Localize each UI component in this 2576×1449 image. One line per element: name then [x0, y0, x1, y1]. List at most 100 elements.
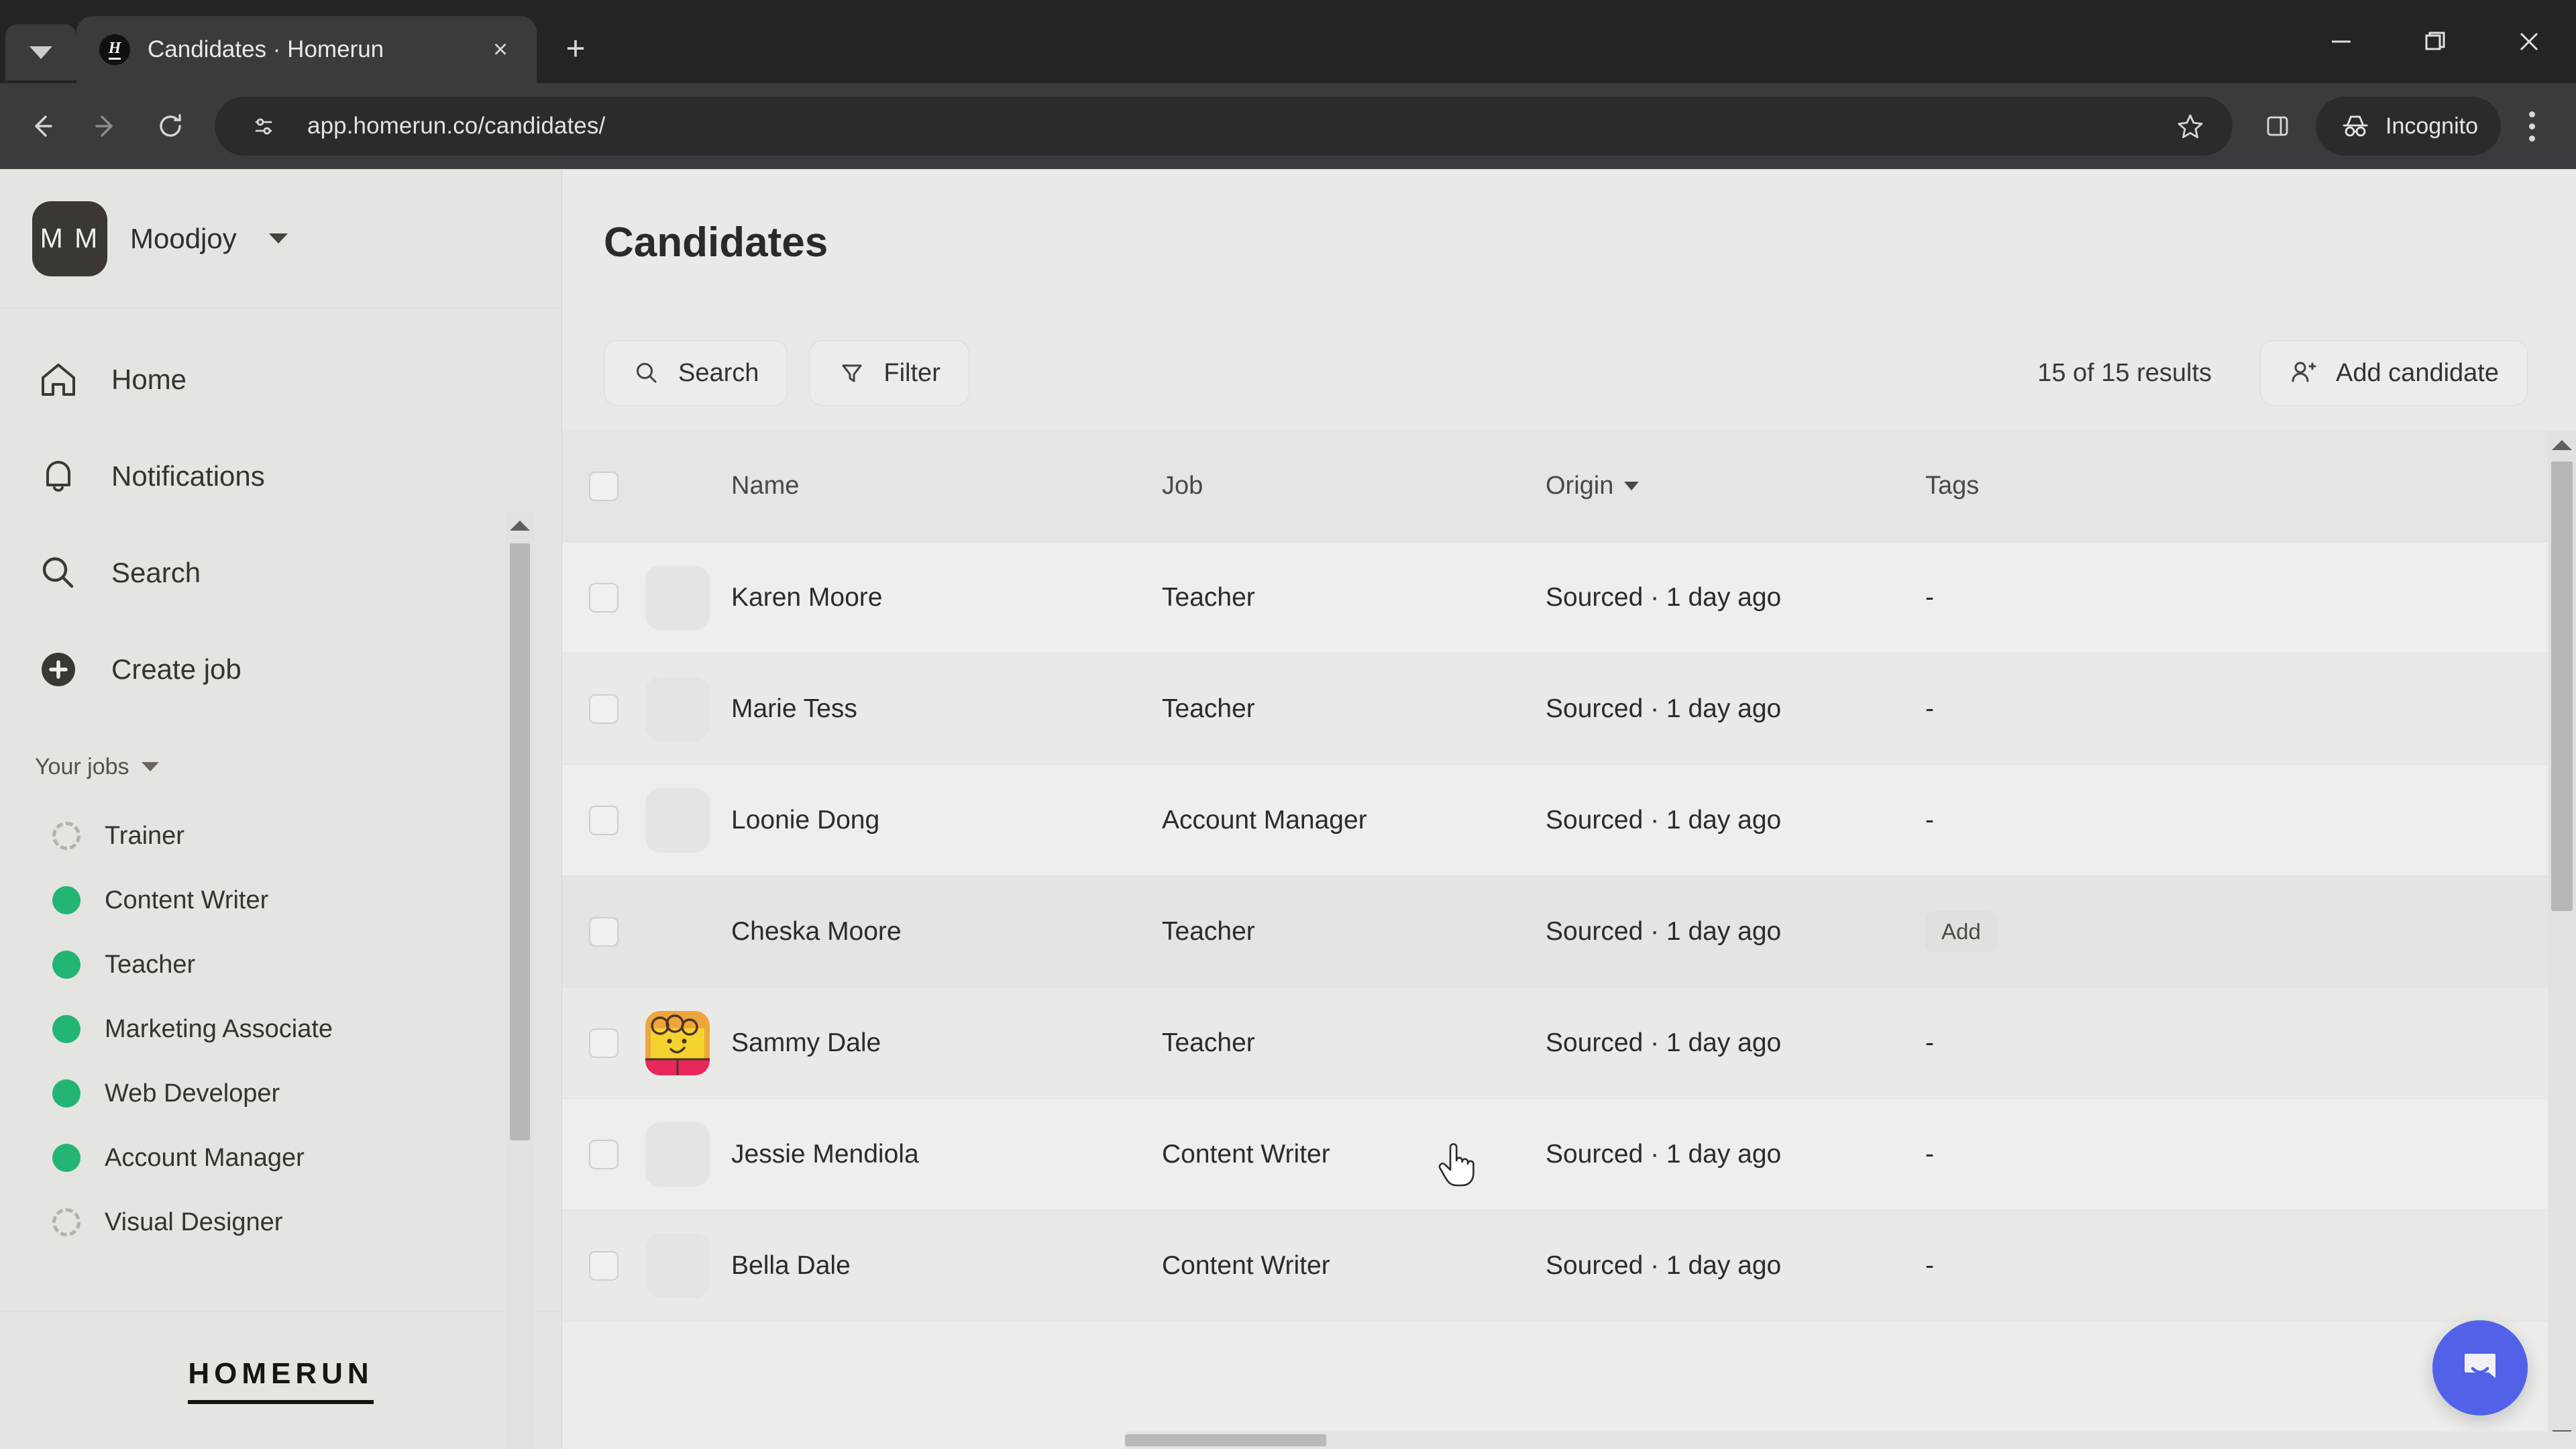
row-checkbox[interactable]: [589, 1140, 619, 1169]
job-label: Visual Designer: [105, 1208, 282, 1237]
url-text: app.homerun.co/candidates/: [307, 113, 605, 140]
candidate-origin: Sourced · 1 day ago: [1546, 1251, 1781, 1280]
candidate-job: Teacher: [1162, 917, 1255, 946]
candidate-name: Cheska Moore: [731, 917, 902, 946]
filter-button[interactable]: Filter: [809, 340, 969, 406]
search-icon: [633, 359, 661, 387]
row-checkbox[interactable]: [589, 583, 619, 612]
sidebar-scrollbar[interactable]: [506, 511, 534, 1449]
side-panel-icon[interactable]: [2249, 97, 2306, 155]
job-status-dot: [52, 1015, 80, 1043]
horizontal-scrollbar-thumb[interactable]: [1125, 1434, 1326, 1446]
new-tab-button[interactable]: +: [550, 23, 601, 74]
main-scrollbar-thumb[interactable]: [2551, 462, 2573, 911]
workspace-switcher[interactable]: M M Moodjoy: [0, 169, 561, 309]
table-row[interactable]: Loonie Dong Account Manager Sourced · 1 …: [562, 765, 2576, 876]
sidebar-item-home[interactable]: Home: [0, 331, 561, 428]
add-user-icon: [2289, 358, 2318, 388]
candidates-table: Name Job Origin Tags: [562, 431, 2576, 1449]
candidate-avatar-cell: [645, 566, 731, 630]
browser-tab[interactable]: H Candidates · Homerun ×: [76, 16, 537, 83]
job-label: Web Developer: [105, 1079, 280, 1108]
sidebar-job-account-manager[interactable]: Account Manager: [0, 1126, 561, 1190]
scroll-up-arrow-icon[interactable]: [510, 511, 530, 539]
column-header-job[interactable]: Job: [1162, 472, 1546, 500]
avatar: [645, 1011, 710, 1075]
sidebar-scrollbar-thumb[interactable]: [510, 543, 530, 1140]
select-all-checkbox[interactable]: [589, 472, 619, 501]
close-window-icon[interactable]: [2482, 0, 2576, 83]
profile-incognito-button[interactable]: Incognito: [2316, 97, 2501, 156]
star-icon[interactable]: [2161, 97, 2219, 155]
row-checkbox[interactable]: [589, 694, 619, 724]
row-checkbox-cell[interactable]: [562, 583, 645, 612]
table-row[interactable]: Marie Tess Teacher Sourced · 1 day ago -: [562, 653, 2576, 765]
main-scrollbar[interactable]: [2548, 431, 2576, 1449]
chevron-down-icon: [269, 233, 288, 244]
row-checkbox-cell[interactable]: [562, 1140, 645, 1169]
row-checkbox-cell[interactable]: [562, 694, 645, 724]
scroll-up-arrow-icon[interactable]: [2552, 431, 2572, 459]
restore-icon[interactable]: [2388, 0, 2482, 83]
candidate-origin: Sourced · 1 day ago: [1546, 1028, 1781, 1057]
candidate-avatar-cell: [645, 1122, 731, 1187]
plus-circle-icon: [32, 647, 85, 692]
add-candidate-label: Add candidate: [2336, 359, 2499, 388]
row-checkbox-cell[interactable]: [562, 917, 645, 947]
candidate-name: Loonie Dong: [731, 806, 879, 835]
sidebar-footer: HOMERUN: [0, 1311, 561, 1449]
candidate-job: Teacher: [1162, 583, 1255, 612]
sidebar-job-trainer[interactable]: Trainer: [0, 804, 561, 868]
candidate-avatar-cell: [645, 1234, 731, 1298]
minimize-icon[interactable]: [2294, 0, 2388, 83]
sidebar-item-create-job[interactable]: Create job: [0, 621, 561, 718]
sidebar-job-content-writer[interactable]: Content Writer: [0, 868, 561, 932]
back-arrow-icon[interactable]: [9, 94, 74, 158]
row-checkbox[interactable]: [589, 917, 619, 947]
sidebar-item-notifications[interactable]: Notifications: [0, 428, 561, 525]
close-icon[interactable]: ×: [482, 31, 519, 68]
add-tag-button[interactable]: Add: [1925, 911, 1997, 953]
search-button[interactable]: Search: [604, 340, 788, 406]
horizontal-scrollbar[interactable]: [1125, 1432, 2576, 1449]
row-checkbox[interactable]: [589, 1251, 619, 1281]
profile-label: Incognito: [2385, 113, 2478, 140]
select-all-checkbox-cell[interactable]: [562, 472, 645, 501]
table-row[interactable]: Cheska Moore Teacher Sourced · 1 day ago…: [562, 876, 2576, 987]
job-status-dot: [52, 822, 80, 850]
row-checkbox[interactable]: [589, 1028, 619, 1058]
reload-icon[interactable]: [138, 94, 203, 158]
column-header-tags[interactable]: Tags: [1925, 472, 2576, 500]
avatar: [645, 566, 710, 630]
filter-button-label: Filter: [883, 359, 940, 388]
sidebar-job-web-developer[interactable]: Web Developer: [0, 1061, 561, 1126]
forward-arrow-icon[interactable]: [74, 94, 138, 158]
column-header-origin[interactable]: Origin: [1546, 472, 1925, 500]
chat-widget-button[interactable]: [2432, 1320, 2528, 1415]
table-row[interactable]: Karen Moore Teacher Sourced · 1 day ago …: [562, 542, 2576, 653]
table-row[interactable]: Bella Dale Content Writer Sourced · 1 da…: [562, 1210, 2576, 1322]
row-checkbox-cell[interactable]: [562, 1251, 645, 1281]
table-row[interactable]: Jessie Mendiola Content Writer Sourced ·…: [562, 1099, 2576, 1210]
sidebar-job-teacher[interactable]: Teacher: [0, 932, 561, 997]
site-settings-icon[interactable]: [235, 97, 292, 155]
main-content: Candidates Search Filter 15 of 15 resul: [562, 169, 2576, 1449]
table-row[interactable]: Sammy Dale Teacher Sourced · 1 day ago -: [562, 987, 2576, 1099]
sidebar-item-search[interactable]: Search: [0, 525, 561, 621]
sidebar-job-visual-designer[interactable]: Visual Designer: [0, 1190, 561, 1254]
candidate-tags: -: [1925, 694, 1934, 723]
column-header-name[interactable]: Name: [731, 472, 1162, 500]
tab-title: Candidates · Homerun: [148, 36, 464, 63]
row-checkbox[interactable]: [589, 806, 619, 835]
row-checkbox-cell[interactable]: [562, 806, 645, 835]
favicon-letter: H: [109, 40, 121, 60]
tab-search-button[interactable]: [5, 24, 76, 80]
row-checkbox-cell[interactable]: [562, 1028, 645, 1058]
sidebar-job-marketing-associate[interactable]: Marketing Associate: [0, 997, 561, 1061]
sidebar-item-label: Notifications: [111, 460, 265, 492]
candidate-job: Content Writer: [1162, 1140, 1330, 1169]
address-bar[interactable]: app.homerun.co/candidates/: [215, 97, 2233, 156]
kebab-menu-icon[interactable]: [2508, 94, 2556, 158]
your-jobs-section-toggle[interactable]: Your jobs: [0, 730, 561, 804]
add-candidate-button[interactable]: Add candidate: [2260, 340, 2528, 406]
